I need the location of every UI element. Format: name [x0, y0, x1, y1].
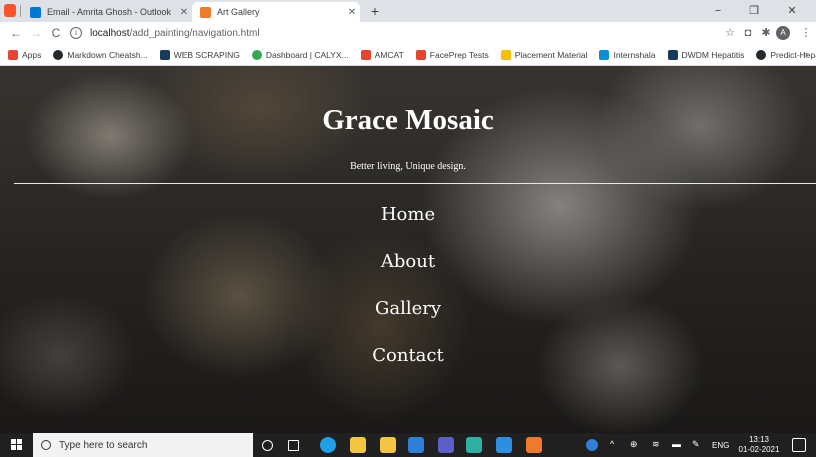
bookmark-amcat[interactable]: AMCAT: [360, 49, 404, 60]
back-button[interactable]: ←: [8, 25, 24, 41]
divider: [14, 183, 816, 184]
store-icon[interactable]: [380, 437, 396, 453]
help-icon[interactable]: [586, 439, 598, 451]
bookmark-web-scraping[interactable]: WEB SCRAPING: [159, 49, 240, 60]
battery-icon[interactable]: ▬: [672, 439, 681, 449]
hero-section: Grace Mosaic Better living, Unique desig…: [0, 66, 816, 433]
art-gallery-favicon-icon: [200, 6, 211, 18]
bookmark-internshala[interactable]: Internshala: [599, 49, 656, 60]
dwdm-icon: [667, 49, 678, 60]
tab-title: Email - Amrita Ghosh - Outlook: [47, 7, 172, 17]
brave-icon[interactable]: [4, 4, 16, 17]
bookmark-star-icon[interactable]: ☆: [722, 25, 738, 41]
nav-link-about[interactable]: About: [0, 251, 816, 272]
search-placeholder: Type here to search: [59, 439, 148, 451]
bookmark-apps[interactable]: Apps: [8, 49, 41, 60]
nav-link-gallery[interactable]: Gallery: [0, 298, 816, 319]
taskbar: Type here to search ^ ⊕ ≋ ▬ ✎ ENG 13:13 …: [0, 433, 816, 457]
google-drive-icon: [500, 49, 511, 60]
tab-outlook[interactable]: Email - Amrita Ghosh - Outlook ✕: [22, 2, 192, 22]
extensions-icon[interactable]: ✱: [758, 25, 774, 41]
teams-icon[interactable]: [438, 437, 454, 453]
hero-background: Grace Mosaic Better living, Unique desig…: [0, 66, 816, 433]
outlook-icon: [30, 6, 41, 18]
site-info-icon[interactable]: i: [70, 27, 82, 39]
tab-strip: Email - Amrita Ghosh - Outlook ✕ Art Gal…: [0, 0, 816, 22]
network-icon[interactable]: ⊕: [630, 439, 638, 450]
vscode-icon[interactable]: [496, 437, 512, 453]
file-explorer-icon[interactable]: [350, 437, 366, 453]
internshala-icon: [599, 49, 610, 60]
taskbar-search-input[interactable]: Type here to search: [33, 433, 253, 457]
language-indicator[interactable]: ENG: [712, 441, 729, 450]
bookmark-faceprep[interactable]: FacePrep Tests: [415, 49, 489, 60]
brave-browser-icon[interactable]: [526, 437, 542, 453]
profile-avatar[interactable]: A: [776, 26, 790, 40]
close-tab-icon[interactable]: ✕: [176, 7, 192, 18]
tab-title: Art Gallery: [217, 7, 260, 17]
pen-icon[interactable]: ✎: [692, 439, 700, 450]
tab-separator: [20, 5, 21, 17]
forward-button[interactable]: →: [28, 25, 44, 41]
clock-date: 01-02-2021: [738, 445, 780, 454]
nav-link-home[interactable]: Home: [0, 204, 816, 225]
search-icon: [41, 440, 51, 450]
bookmark-markdown[interactable]: Markdown Cheatsh...: [53, 49, 148, 60]
bookmark-dashboard[interactable]: Dashboard | CALYX...: [251, 49, 349, 60]
edge-icon[interactable]: [320, 437, 336, 453]
bookmarks-overflow-icon[interactable]: »: [803, 49, 808, 59]
cortana-icon[interactable]: [262, 440, 273, 451]
bookmarks-bar: Apps Markdown Cheatsh... WEB SCRAPING Da…: [0, 44, 816, 66]
wifi-icon[interactable]: ≋: [652, 439, 660, 450]
apps-grid-icon: [8, 49, 18, 60]
bookmark-dwdm-hepatitis[interactable]: DWDM Hepatitis: [667, 49, 744, 60]
browser-toolbar: ← → C i localhost/add_painting/navigatio…: [0, 22, 816, 44]
nav-link-contact[interactable]: Contact: [0, 345, 816, 366]
clock-time: 13:13: [748, 435, 770, 444]
windows-start-icon[interactable]: [11, 439, 23, 451]
site-tagline: Better living, Unique design.: [350, 161, 466, 172]
camera-icon[interactable]: ◘: [740, 25, 756, 41]
github-icon: [756, 49, 767, 60]
address-bar[interactable]: i localhost/add_painting/navigation.html: [70, 24, 720, 42]
chrome-icon: [251, 49, 262, 60]
tab-art-gallery[interactable]: Art Gallery ✕: [192, 2, 360, 22]
system-clock[interactable]: 13:13 01-02-2021: [734, 435, 784, 455]
mail-icon[interactable]: [408, 437, 424, 453]
restore-button[interactable]: ❐: [742, 3, 766, 19]
chevron-up-icon[interactable]: ^: [610, 439, 614, 449]
close-window-button[interactable]: ✕: [780, 3, 804, 19]
close-tab-icon[interactable]: ✕: [344, 7, 360, 18]
faceprep-icon: [415, 49, 426, 60]
address-url[interactable]: localhost/add_painting/navigation.html: [90, 28, 260, 39]
notification-icon[interactable]: [792, 438, 806, 452]
web-scraping-icon: [159, 49, 170, 60]
new-tab-button[interactable]: +: [366, 2, 384, 20]
browser-chrome: Email - Amrita Ghosh - Outlook ✕ Art Gal…: [0, 0, 816, 66]
brave-icon[interactable]: [466, 437, 482, 453]
minimize-button[interactable]: −: [706, 3, 730, 19]
bookmark-placement-material[interactable]: Placement Material: [500, 49, 587, 60]
menu-icon[interactable]: ⋮: [798, 25, 814, 41]
reload-button[interactable]: C: [48, 25, 64, 41]
site-title: Grace Mosaic: [322, 104, 494, 136]
task-view-icon[interactable]: [288, 440, 299, 451]
github-icon: [53, 49, 64, 60]
amcat-icon: [360, 49, 371, 60]
